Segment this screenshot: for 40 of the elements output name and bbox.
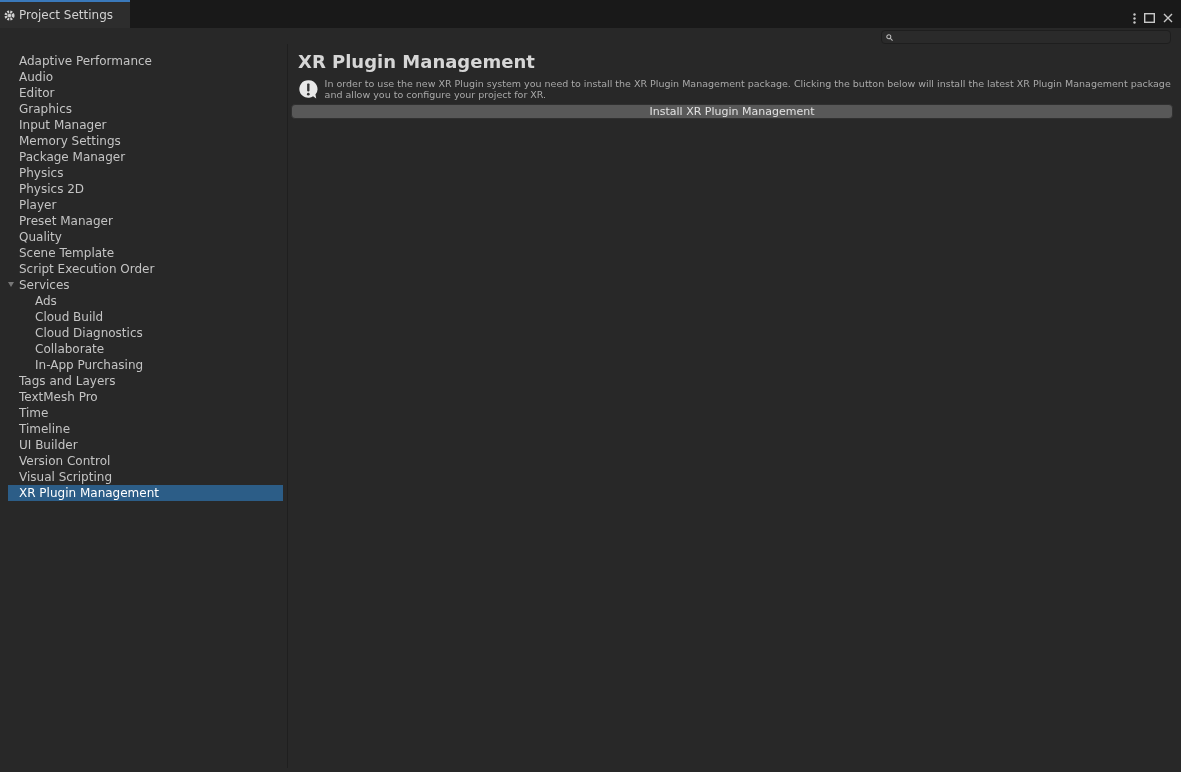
sidebar-item[interactable]: Adaptive Performance [8, 53, 283, 69]
info-message: In order to use the new XR Plugin system you need to install the XR Plugin Management package. Clicking the button below will install the latest XR Plugin Management package and allow you to configure your project for XR. [324, 77, 1172, 100]
maximize-icon[interactable] [1144, 13, 1155, 23]
window-title: Project Settings [19, 7, 114, 24]
sidebar-item[interactable]: UI Builder [8, 437, 283, 453]
sidebar-item[interactable]: Graphics [8, 101, 283, 117]
sidebar-item[interactable]: Services [8, 277, 283, 293]
sidebar-item[interactable]: Script Execution Order [8, 261, 283, 277]
sidebar-item[interactable]: Quality [8, 229, 283, 245]
sidebar-item[interactable]: Editor [8, 85, 283, 101]
sidebar-item[interactable]: Version Control [8, 453, 283, 469]
sidebar-item[interactable]: TextMesh Pro [8, 389, 283, 405]
sidebar-item[interactable]: XR Plugin Management [8, 485, 283, 501]
sidebar-item[interactable]: Package Manager [8, 149, 283, 165]
close-icon[interactable] [1163, 13, 1173, 23]
sidebar-item[interactable]: Physics 2D [8, 181, 283, 197]
window-tab[interactable]: Project Settings [0, 0, 130, 28]
sidebar-item[interactable]: Ads [8, 293, 283, 309]
sidebar-item[interactable]: Physics [8, 165, 283, 181]
foldout-arrow-icon[interactable] [8, 282, 14, 287]
sidebar-item[interactable]: Visual Scripting [8, 469, 283, 485]
page-heading: XR Plugin Management [297, 50, 536, 74]
sidebar-item[interactable]: Input Manager [8, 117, 283, 133]
sidebar-item[interactable]: Preset Manager [8, 213, 283, 229]
sidebar-item[interactable]: Audio [8, 69, 283, 85]
sidebar-item[interactable]: In-App Purchasing [8, 357, 283, 373]
more-options-icon[interactable] [1133, 12, 1136, 24]
sidebar-item[interactable]: Cloud Build [8, 309, 283, 325]
install-button[interactable]: Install XR Plugin Management [291, 104, 1173, 119]
sidebar-item[interactable]: Player [8, 197, 283, 213]
sidebar-item[interactable]: Collaborate [8, 341, 283, 357]
search-icon [886, 33, 893, 41]
gear-icon [4, 9, 15, 21]
sidebar-item[interactable]: Scene Template [8, 245, 283, 261]
sidebar-item[interactable]: Tags and Layers [8, 373, 283, 389]
sidebar-item[interactable]: Cloud Diagnostics [8, 325, 283, 341]
sidebar-item[interactable]: Timeline [8, 421, 283, 437]
sidebar-item[interactable]: Memory Settings [8, 133, 283, 149]
search-field[interactable] [881, 30, 1171, 44]
sidebar-item[interactable]: Time [8, 405, 283, 421]
